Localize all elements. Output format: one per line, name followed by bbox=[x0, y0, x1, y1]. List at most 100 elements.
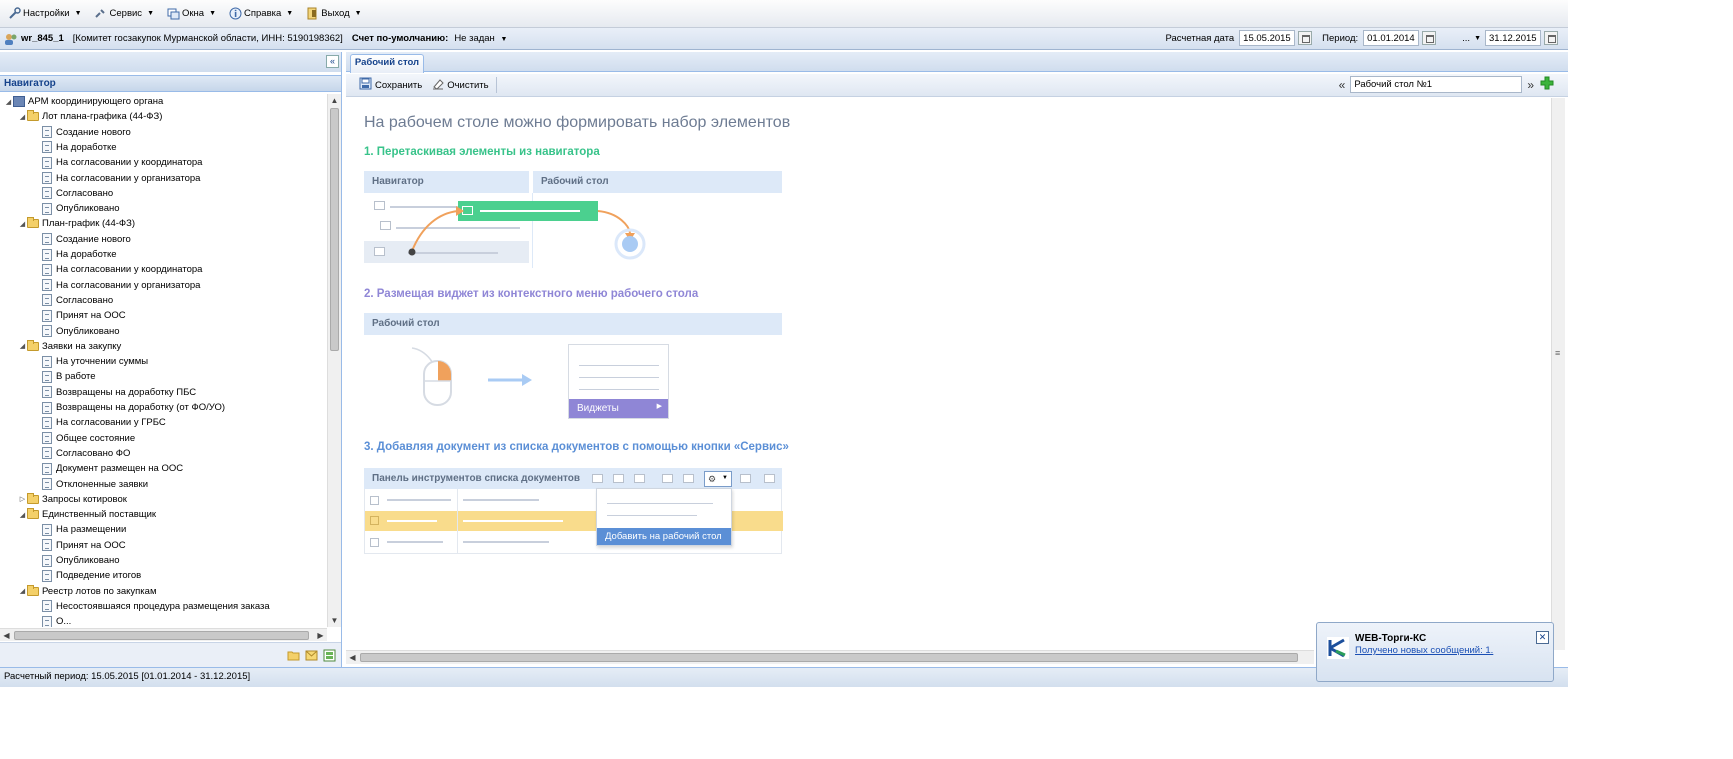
tree-item[interactable]: В работе bbox=[42, 369, 96, 384]
tree-item[interactable]: На согласовании у организатора bbox=[42, 171, 200, 186]
menu-settings[interactable]: Настройки ▼ bbox=[3, 3, 86, 25]
tree-item[interactable]: Опубликовано bbox=[42, 324, 120, 339]
period-from-field[interactable]: 01.01.2014 bbox=[1363, 30, 1420, 46]
tree-vertical-scrollbar[interactable]: ▲ ▼ bbox=[327, 94, 341, 627]
expand-icon[interactable]: ▷ bbox=[18, 495, 27, 503]
scroll-up-icon[interactable]: ▲ bbox=[328, 94, 341, 107]
tree-item-label: Несостоявшаяся процедура размещения зака… bbox=[56, 600, 270, 612]
scroll-right-icon[interactable]: ▶ bbox=[314, 629, 327, 642]
tree-folder[interactable]: ▷ Запросы котировок bbox=[18, 492, 127, 507]
collapse-tree-icon[interactable]: ◢ bbox=[18, 511, 27, 519]
calendar-icon[interactable] bbox=[1298, 31, 1313, 45]
tree-folder[interactable]: ◢ План-график (44-ФЗ) bbox=[18, 216, 135, 231]
tree-item[interactable]: Документ размещен на ООС bbox=[42, 461, 183, 476]
content-vertical-scrollbar[interactable]: ≡ bbox=[1551, 98, 1565, 650]
tree-item[interactable]: Создание нового bbox=[42, 232, 131, 247]
toolbar-separator bbox=[495, 77, 497, 93]
tree-folder[interactable]: ◢ Заявки на закупку bbox=[18, 339, 121, 354]
collapse-tree-icon[interactable]: ◢ bbox=[18, 113, 27, 121]
calc-date-field[interactable]: 15.05.2015 bbox=[1239, 30, 1296, 46]
tree-item[interactable]: На доработке bbox=[42, 247, 117, 262]
tree-item[interactable]: Согласовано bbox=[42, 186, 113, 201]
collapse-tree-icon[interactable]: ◢ bbox=[4, 98, 13, 106]
tree-item[interactable]: На согласовании у организатора bbox=[42, 278, 200, 293]
menu-help[interactable]: Справка ▼ bbox=[224, 3, 297, 25]
tree-item[interactable]: Принят на ООС bbox=[42, 308, 126, 323]
scroll-thumb[interactable] bbox=[360, 653, 1298, 662]
tree-item[interactable]: Возвращены на доработку (от ФО/УО) bbox=[42, 400, 225, 415]
desktop-select[interactable]: Рабочий стол №1 bbox=[1350, 76, 1523, 93]
tree-item[interactable]: Опубликовано bbox=[42, 553, 120, 568]
tree-item[interactable]: На доработке bbox=[42, 140, 117, 155]
menu-exit[interactable]: Выход ▼ bbox=[301, 3, 365, 25]
tree-item[interactable]: На размещении bbox=[42, 522, 126, 537]
tree-item[interactable]: На уточнении суммы bbox=[42, 354, 148, 369]
tab-desktop[interactable]: Рабочий стол bbox=[350, 54, 424, 73]
tree-item[interactable]: На согласовании у координатора bbox=[42, 155, 202, 170]
tree-folder[interactable]: ◢ АРМ координирующего органа bbox=[4, 94, 163, 109]
default-account-value: Не задан bbox=[454, 33, 495, 44]
tree-item-label: Принят на ООС bbox=[56, 310, 126, 322]
tree-item[interactable]: Подведение итогов bbox=[42, 568, 141, 583]
mail-icon[interactable] bbox=[305, 650, 318, 664]
content-horizontal-scrollbar[interactable]: ◀ bbox=[346, 650, 1314, 664]
tree-item-label: Опубликовано bbox=[56, 203, 120, 215]
left-panel-footer bbox=[0, 642, 341, 667]
folder-icon[interactable] bbox=[287, 650, 300, 664]
collapse-tree-icon[interactable]: ◢ bbox=[18, 342, 27, 350]
tree-item[interactable]: Опубликовано bbox=[42, 201, 120, 216]
chevron-right-icon: ▶ bbox=[656, 403, 662, 410]
collapse-tree-icon[interactable]: ◢ bbox=[18, 220, 27, 228]
tree-item[interactable]: Возвращены на доработку ПБС bbox=[42, 385, 196, 400]
calc-date-label: Расчетная дата bbox=[1165, 32, 1235, 44]
tree-item[interactable]: Согласовано bbox=[42, 293, 113, 308]
default-account-select[interactable]: Не задан ▼ bbox=[454, 33, 507, 44]
tree-item[interactable]: Принят на ООС bbox=[42, 538, 126, 553]
document-icon bbox=[42, 554, 52, 567]
next-desktop-button[interactable]: » bbox=[1527, 78, 1534, 92]
prev-desktop-button[interactable]: « bbox=[1339, 78, 1346, 92]
notification-link[interactable]: Получено новых сообщений: 1. bbox=[1355, 645, 1493, 656]
document-icon bbox=[42, 523, 52, 536]
notification-popup[interactable]: WEB-Торги-КС Получено новых сообщений: 1… bbox=[1316, 622, 1554, 682]
document-icon bbox=[42, 386, 52, 399]
tree-item[interactable]: Общее состояние bbox=[42, 431, 135, 446]
tree-item[interactable]: О... bbox=[42, 614, 71, 627]
chevron-down-icon[interactable]: ▼ bbox=[1474, 35, 1481, 42]
tree-folder[interactable]: ◢ Лот плана-графика (44-ФЗ) bbox=[18, 109, 162, 124]
tree-item-label: На размещении bbox=[56, 524, 127, 536]
tree-item-label: О... bbox=[56, 616, 72, 627]
username[interactable]: wr_845_1 bbox=[21, 33, 64, 44]
menu-service[interactable]: Сервис ▼ bbox=[90, 3, 158, 25]
add-desktop-icon[interactable] bbox=[1540, 76, 1554, 93]
collapse-tree-icon[interactable]: ◢ bbox=[18, 587, 27, 595]
clear-button[interactable]: Очистить bbox=[427, 75, 493, 95]
tree-item[interactable]: Отклоненные заявки bbox=[42, 477, 148, 492]
scroll-down-icon[interactable]: ▼ bbox=[328, 614, 341, 627]
tree-folder[interactable]: ◢ Единственный поставщик bbox=[18, 507, 156, 522]
scroll-thumb[interactable] bbox=[14, 631, 309, 640]
collapse-icon[interactable]: « bbox=[326, 55, 339, 68]
scroll-left-icon[interactable]: ◀ bbox=[0, 629, 13, 642]
tools-icon bbox=[94, 7, 108, 21]
tree-item[interactable]: На согласовании у ГРБС bbox=[42, 415, 166, 430]
desktop-icon[interactable] bbox=[323, 649, 336, 665]
calendar-icon[interactable] bbox=[1422, 31, 1437, 45]
scroll-thumb[interactable] bbox=[330, 108, 339, 351]
period-to-field[interactable]: 31.12.2015 bbox=[1485, 30, 1541, 46]
chevron-down-icon: ▼ bbox=[500, 36, 508, 43]
tree-item[interactable]: На согласовании у координатора bbox=[42, 262, 202, 277]
calendar-icon[interactable] bbox=[1544, 31, 1558, 45]
close-icon[interactable]: ✕ bbox=[1536, 631, 1549, 644]
account-bar: wr_845_1 [Комитет госзакупок Мурманской … bbox=[0, 28, 1568, 50]
left-panel: « Навигатор ◢ АРМ координирующего органа ◢… bbox=[0, 52, 342, 667]
tree-folder[interactable]: ◢ Реестр лотов по закупкам bbox=[18, 584, 157, 599]
tree-item[interactable]: Несостоявшаяся процедура размещения зака… bbox=[42, 599, 270, 614]
save-button[interactable]: Сохранить bbox=[354, 75, 427, 95]
tree-item[interactable]: Согласовано ФО bbox=[42, 446, 130, 461]
tree-horizontal-scrollbar[interactable]: ◀ ▶ bbox=[0, 628, 327, 641]
menu-windows[interactable]: Окна ▼ bbox=[162, 3, 220, 25]
scroll-left-icon[interactable]: ◀ bbox=[346, 651, 359, 664]
folder-icon bbox=[27, 217, 39, 229]
tree-item[interactable]: Создание нового bbox=[42, 125, 131, 140]
